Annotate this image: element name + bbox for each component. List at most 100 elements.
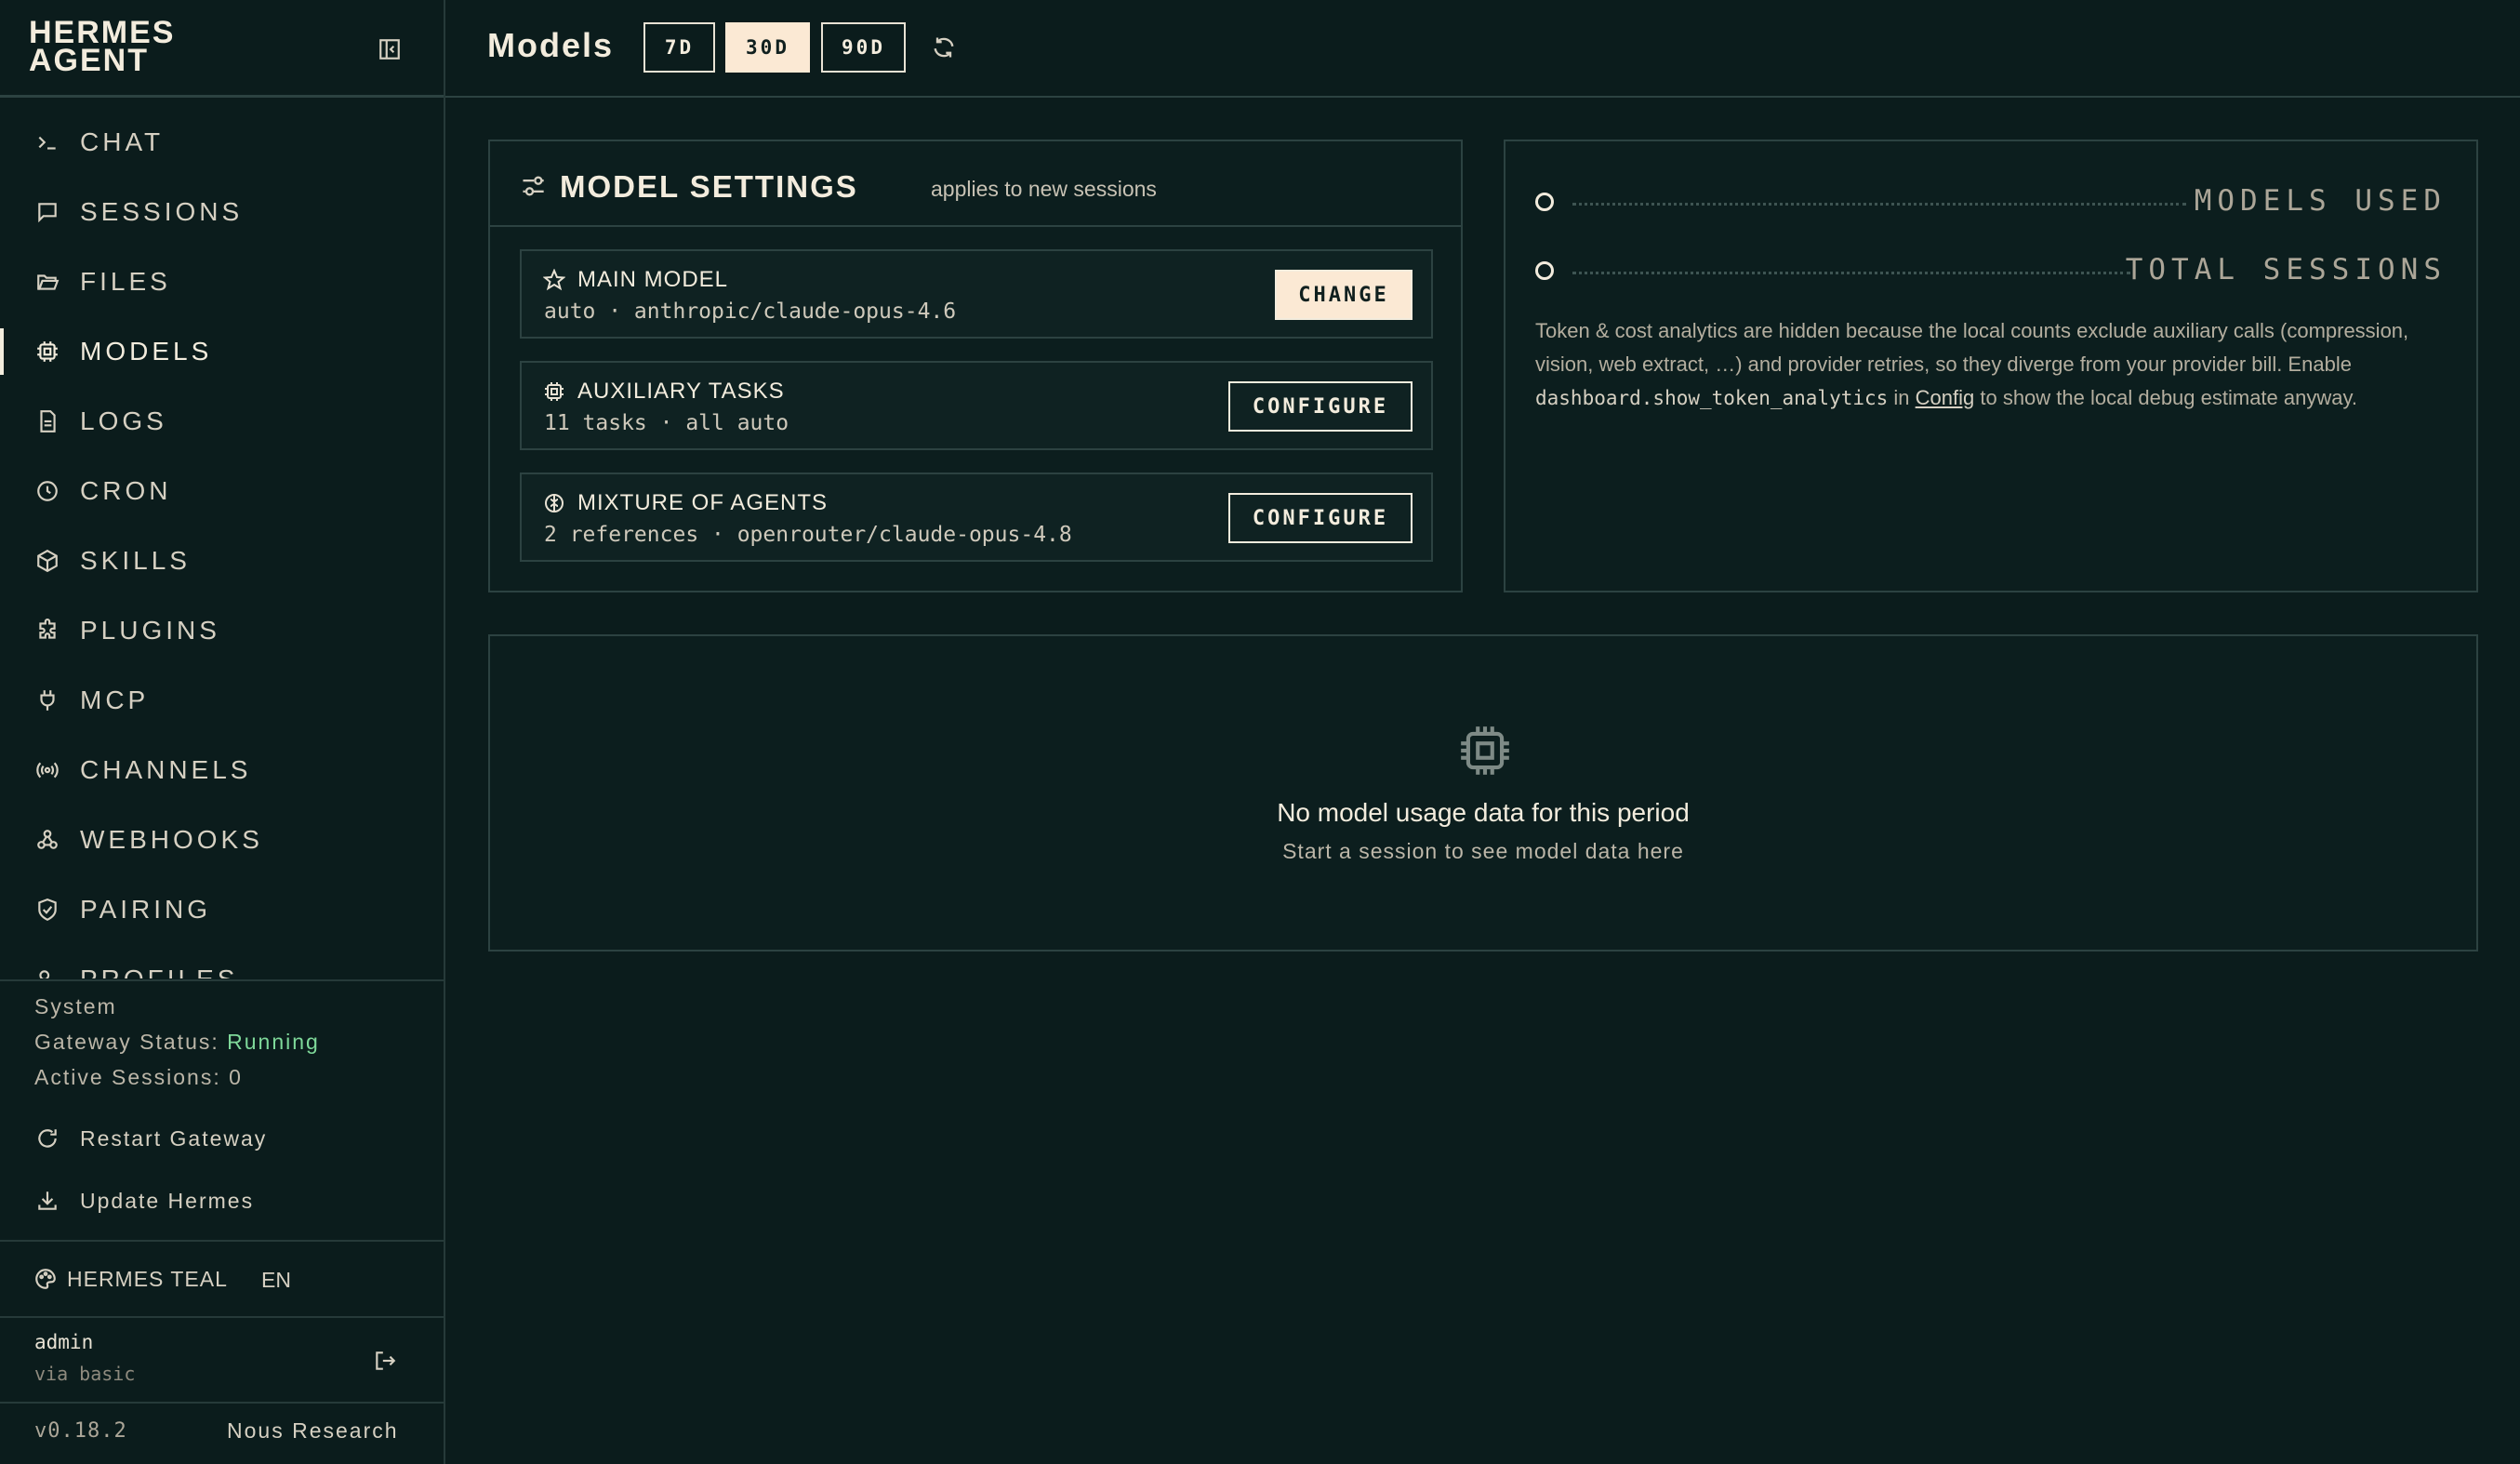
sidebar-item-label: CHAT <box>80 127 165 156</box>
note-text-1: Token & cost analytics are hidden becaus… <box>1535 319 2409 376</box>
refresh-button[interactable] <box>928 32 960 63</box>
sidebar-item-pairing[interactable]: PAIRING <box>0 881 444 938</box>
theme-selector[interactable]: HERMES TEAL <box>33 1262 228 1296</box>
total-sessions-stat: TOTAL SESSIONS <box>1535 251 2447 288</box>
app-version: v0.18.2 <box>34 1419 127 1443</box>
auxiliary-tasks-row: AUXILIARY TASKS 11 tasks · all auto CONF… <box>520 361 1433 450</box>
sidebar-item-label: CRON <box>80 476 172 505</box>
update-hermes-button[interactable]: Update Hermes <box>0 1173 444 1229</box>
sidebar-item-label: PLUGINS <box>80 616 220 645</box>
mixture-of-agents-value: 2 references · openrouter/claude-opus-4.… <box>544 523 1072 547</box>
clock-icon <box>33 477 61 505</box>
gateway-status: Gateway Status: Running <box>34 1030 320 1055</box>
users-icon <box>33 965 61 978</box>
range-7d-button[interactable]: 7D <box>643 22 715 73</box>
leader-dots <box>1572 203 2186 206</box>
sidebar-item-label: SESSIONS <box>80 197 244 226</box>
palette-icon <box>35 1269 56 1289</box>
sliders-icon <box>523 176 544 196</box>
auxiliary-tasks-value: 11 tasks · all auto <box>544 411 789 435</box>
puzzle-icon <box>33 617 61 645</box>
brand-line-2: AGENT <box>29 43 149 78</box>
sidebar-item-skills[interactable]: SKILLS <box>0 532 444 590</box>
brain-icon <box>542 491 566 515</box>
cpu-icon <box>542 379 566 404</box>
range-90d-button[interactable]: 90D <box>821 22 906 73</box>
sidebar-item-chat[interactable]: CHAT <box>0 113 444 171</box>
range-30d-button[interactable]: 30D <box>725 22 810 73</box>
mixture-of-agents-label: MIXTURE OF AGENTS <box>577 490 829 515</box>
cpu-icon <box>33 338 61 366</box>
sidebar-item-label: PAIRING <box>80 895 212 924</box>
panel-left-icon <box>379 39 400 60</box>
version-row: v0.18.2 Nous Research <box>0 1402 444 1464</box>
models-used-stat: MODELS USED <box>1535 182 2447 220</box>
note-config-key: dashboard.show_token_analytics <box>1535 387 1889 409</box>
logout-button[interactable] <box>370 1346 400 1376</box>
sidebar-item-models[interactable]: MODELS <box>0 323 444 380</box>
message-square-icon <box>33 198 61 226</box>
change-model-button[interactable]: CHANGE <box>1275 270 1413 320</box>
main-model-row: MAIN MODEL auto · anthropic/claude-opus-… <box>520 249 1433 339</box>
user-auth: via basic <box>34 1363 136 1385</box>
models-used-label: MODELS USED <box>2194 184 2447 218</box>
sidebar-item-files[interactable]: FILES <box>0 253 444 311</box>
terminal-icon <box>33 128 61 156</box>
configure-auxiliary-button[interactable]: CONFIGURE <box>1228 381 1413 432</box>
language-selector[interactable]: EN <box>261 1268 291 1293</box>
top-bar: Models 7D 30D 90D <box>445 0 2520 98</box>
sidebar-item-webhooks[interactable]: WEBHOOKS <box>0 811 444 869</box>
sidebar-item-label: MODELS <box>80 337 213 366</box>
sidebar: HERMES AGENT CHAT SESSIONS FILES MODELS … <box>0 0 445 1464</box>
user-name: admin <box>34 1331 94 1353</box>
page-title: Models <box>487 26 615 64</box>
leader-dots <box>1572 272 2130 274</box>
shield-check-icon <box>33 896 61 924</box>
total-sessions-label: TOTAL SESSIONS <box>2125 253 2447 286</box>
collapse-sidebar-button[interactable] <box>374 33 405 65</box>
system-heading: System <box>34 994 117 1018</box>
log-out-icon <box>376 1351 396 1370</box>
cpu-icon <box>1461 726 1509 775</box>
auxiliary-tasks-label: AUXILIARY TASKS <box>577 379 785 404</box>
sidebar-item-sessions[interactable]: SESSIONS <box>0 183 444 241</box>
theme-name: HERMES TEAL <box>67 1266 228 1291</box>
app-logo: HERMES AGENT <box>29 17 215 78</box>
stats-panel: MODELS USED TOTAL SESSIONS Token & cost … <box>1504 140 2478 592</box>
sidebar-item-mcp[interactable]: MCP <box>0 672 444 729</box>
sidebar-item-label: FILES <box>80 267 171 296</box>
restart-gateway-button[interactable]: Restart Gateway <box>0 1111 444 1166</box>
note-text-3: to show the local debug estimate anyway. <box>1974 386 2357 409</box>
star-icon <box>542 268 566 292</box>
main-model-value: auto · anthropic/claude-opus-4.6 <box>544 299 957 324</box>
model-settings-header: MODEL SETTINGS applies to new sessions <box>490 141 1461 227</box>
download-icon <box>34 1188 60 1214</box>
user-row: admin via basic <box>0 1316 444 1402</box>
folder-open-icon <box>33 268 61 296</box>
sidebar-item-plugins[interactable]: PLUGINS <box>0 602 444 659</box>
note-text-2: in <box>1888 386 1916 409</box>
sidebar-item-profiles[interactable]: PROFILES <box>0 951 444 978</box>
file-text-icon <box>33 407 61 435</box>
model-usage-panel: No model usage data for this period Star… <box>488 634 2478 952</box>
sidebar-item-label: CHANNELS <box>80 755 252 784</box>
circle-icon <box>1535 193 1554 211</box>
empty-state-title: No model usage data for this period <box>1277 798 1690 827</box>
theme-row: HERMES TEAL EN <box>0 1240 444 1316</box>
sidebar-nav: CHAT SESSIONS FILES MODELS LOGS CRON SKI… <box>0 113 444 978</box>
org-name: Nous Research <box>227 1418 399 1443</box>
sidebar-item-cron[interactable]: CRON <box>0 462 444 520</box>
sidebar-item-label: PROFILES <box>80 965 238 978</box>
config-link[interactable]: Config <box>1916 386 1975 409</box>
sidebar-item-logs[interactable]: LOGS <box>0 393 444 450</box>
active-sessions-value: 0 <box>229 1065 243 1089</box>
system-section: System Gateway Status: Running Active Se… <box>0 979 444 1240</box>
radio-icon <box>33 756 61 784</box>
configure-moa-button[interactable]: CONFIGURE <box>1228 493 1413 543</box>
model-settings-title: MODEL SETTINGS <box>560 169 858 204</box>
sidebar-item-channels[interactable]: CHANNELS <box>0 741 444 799</box>
empty-state-subtitle: Start a session to see model data here <box>1282 839 1684 863</box>
package-icon <box>33 547 61 575</box>
gateway-status-label: Gateway Status: <box>34 1030 219 1054</box>
sidebar-item-label: WEBHOOKS <box>80 825 263 854</box>
